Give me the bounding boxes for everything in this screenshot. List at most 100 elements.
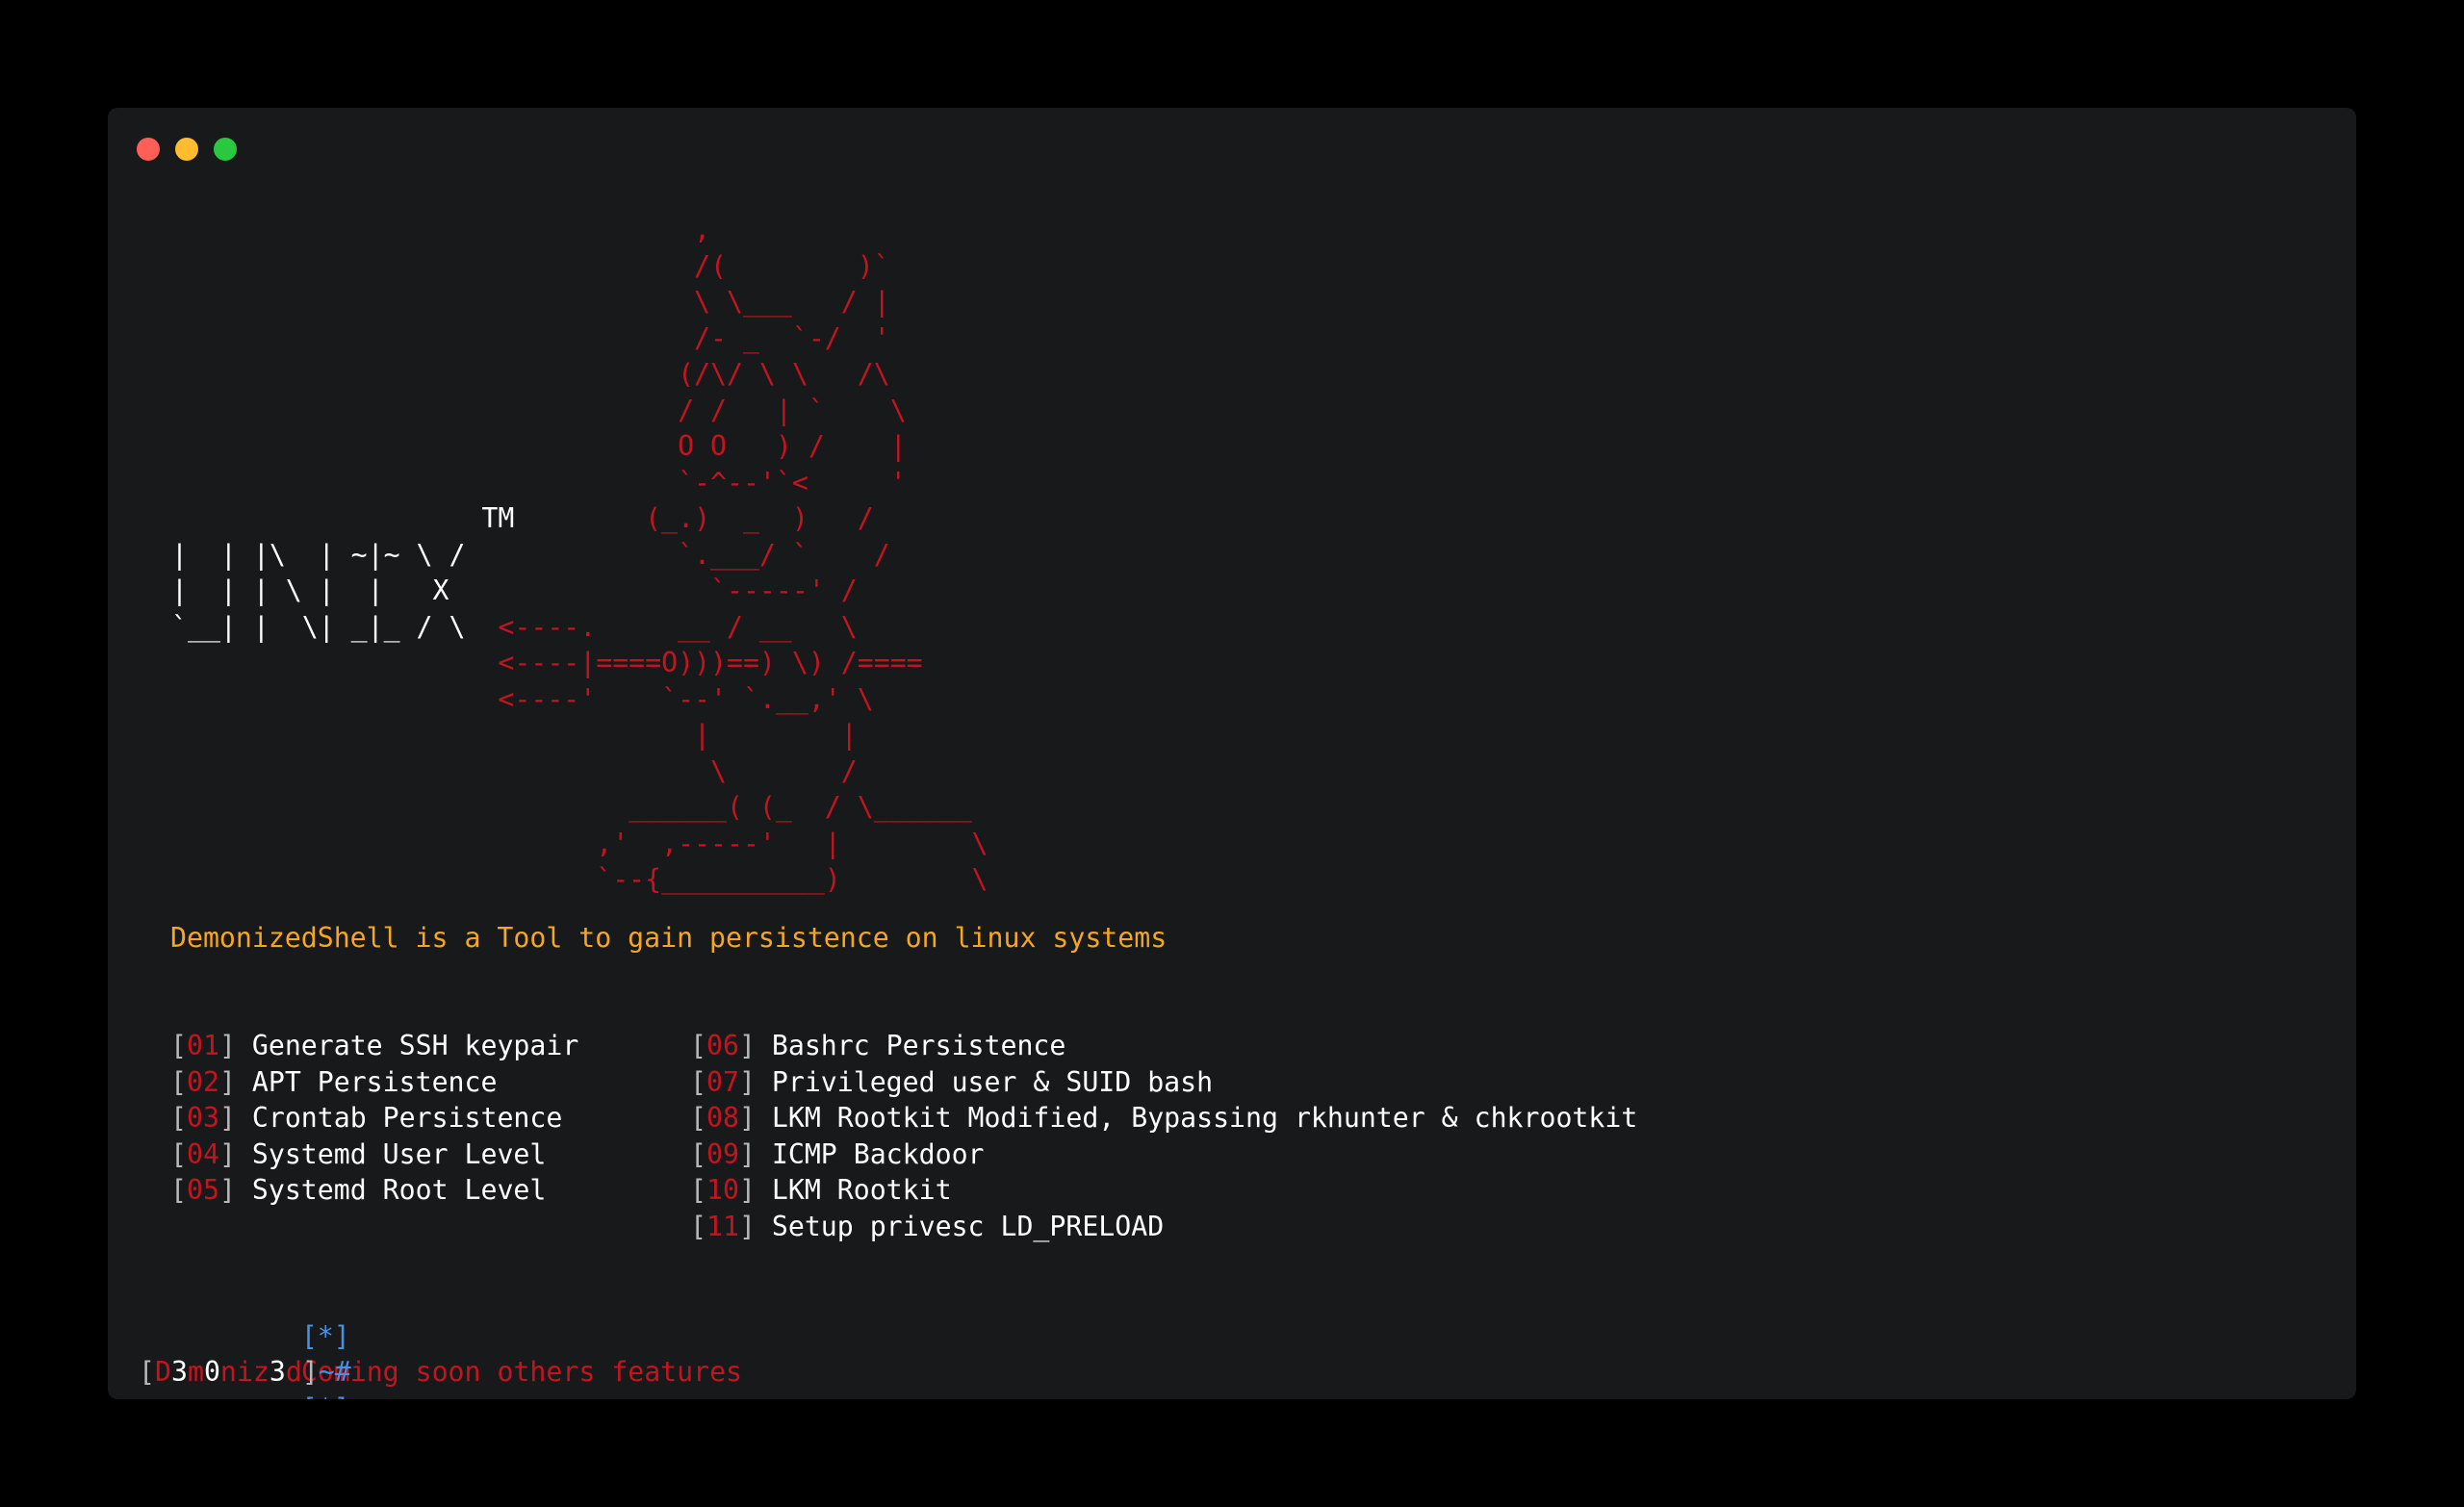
menu-item-08[interactable]: [08] LKM Rootkit Modified, Bypassing rkh… xyxy=(690,1100,1637,1137)
menu-item-01[interactable]: [01] Generate SSH keypair xyxy=(170,1028,578,1064)
banner-line: \ / xyxy=(171,754,988,790)
menu-item-label: Systemd Root Level xyxy=(251,1174,547,1206)
notice-text: Coming soon others features xyxy=(300,1356,743,1388)
menu-item-label: LKM Rootkit Modified, Bypassing rkhunter… xyxy=(771,1102,1638,1134)
menu-item-04[interactable]: [04] Systemd User Level xyxy=(170,1137,578,1173)
banner-line: `__| | \| _|_ / \ <----. __ / __ \ xyxy=(171,609,988,646)
menu-item-label: Systemd User Level xyxy=(251,1137,547,1170)
menu-item-number: 05 xyxy=(186,1174,219,1206)
shell-prompt[interactable]: [D3m0niz3d]~# xyxy=(139,1354,351,1391)
bracket: [ xyxy=(170,1137,187,1170)
banner-line: \ \___ / | xyxy=(171,284,988,320)
banner-line: ______( (_ / \______ xyxy=(171,789,988,826)
banner-demon-art: ,' ,-----' | \ xyxy=(171,827,988,859)
banner-line: | | xyxy=(171,717,988,754)
menu-item-number: 06 xyxy=(706,1030,739,1061)
banner-logo-text: | | |\ | ~|~ \ / xyxy=(171,538,466,571)
banner-logo-text: | | | \ | | X xyxy=(171,575,449,606)
banner-demon-art: `-----' / xyxy=(449,575,858,606)
banner-demon-art: / / | ` \ xyxy=(171,394,907,426)
bracket: ] xyxy=(218,1137,252,1170)
menu-item-number: 04 xyxy=(186,1137,219,1170)
menu-item-02[interactable]: [02] APT Persistence xyxy=(170,1064,578,1101)
bracket: [ xyxy=(690,1137,706,1170)
banner-line: ,' ,-----' | \ xyxy=(171,826,988,862)
minimize-icon[interactable] xyxy=(175,138,198,161)
banner-line: TM (_.) _ ) / xyxy=(171,500,988,537)
menu-item-number: 02 xyxy=(186,1065,219,1098)
menu-item-label: Setup privesc LD_PRELOAD xyxy=(771,1210,1165,1242)
menu-item-number: 08 xyxy=(706,1102,739,1134)
close-icon[interactable] xyxy=(137,138,160,161)
menu-item-label: Privileged user & SUID bash xyxy=(771,1065,1214,1098)
menu-item-label: Bashrc Persistence xyxy=(771,1030,1066,1061)
bracket: ] xyxy=(218,1174,252,1206)
banner-demon-art: ______( (_ / \______ xyxy=(171,791,972,823)
banner-logo-text: `__| | \| _|_ / \ xyxy=(171,610,466,643)
banner-demon-art: /( )` xyxy=(171,249,890,282)
bracket: [ xyxy=(690,1102,706,1134)
banner-demon-art: (_.) _ ) / xyxy=(514,502,874,534)
menu-item-label: Crontab Persistence xyxy=(251,1102,563,1134)
banner-demon-art: \ / xyxy=(171,754,858,787)
banner-line: | | | \ | | X `-----' / xyxy=(171,573,988,609)
bracket: [ xyxy=(170,1065,187,1098)
prompt-hostname-part: 3 xyxy=(170,1356,188,1388)
menu-column-2: [06] Bashrc Persistence [07] Privileged u… xyxy=(690,1028,1637,1244)
banner-line: `--{__________) \ xyxy=(171,861,988,898)
banner-demon-art: `.___/ ` / xyxy=(465,538,890,571)
maximize-icon[interactable] xyxy=(214,138,237,161)
bracket: ] xyxy=(738,1174,772,1206)
bracket: [ xyxy=(170,1030,187,1061)
bracket: ] xyxy=(738,1102,772,1134)
prompt-symbol: ~# xyxy=(318,1356,351,1388)
prompt-hostname-part: 0 xyxy=(203,1356,220,1388)
banner-demon-art: O O ) / | xyxy=(171,430,907,462)
banner-demon-art: \ \___ / | xyxy=(171,286,890,318)
prompt-hostname-part: niz xyxy=(219,1356,270,1388)
banner-demon-art: | | xyxy=(171,719,858,751)
bracket: [ xyxy=(690,1030,706,1061)
banner-demon-art: `--{__________) \ xyxy=(171,863,988,895)
banner-demon-art: /- _ `-/ ' xyxy=(171,321,890,354)
banner-line: | | |\ | ~|~ \ / `.___/ ` / xyxy=(171,537,988,574)
menu-item-06[interactable]: [06] Bashrc Persistence xyxy=(690,1028,1637,1064)
prompt-bracket-open: [ xyxy=(139,1356,155,1388)
banner-demon-art: <----' `--' `.__,' \ xyxy=(171,682,874,715)
menu-item-number: 09 xyxy=(706,1137,739,1170)
menu-item-label: LKM Rootkit xyxy=(771,1174,952,1206)
menu-item-number: 10 xyxy=(706,1174,739,1206)
traffic-lights xyxy=(137,138,237,161)
menu-item-05[interactable]: [05] Systemd Root Level xyxy=(170,1172,578,1209)
banner-line: O O ) / | xyxy=(171,428,988,465)
menu-item-09[interactable]: [09] ICMP Backdoor xyxy=(690,1137,1637,1173)
ascii-banner: , /( )` \ \___ / | /- _ `-/ ' (/\/ \ \ /… xyxy=(171,212,988,898)
bracket: ] xyxy=(218,1102,252,1134)
banner-line: , xyxy=(171,212,988,248)
bracket: [ xyxy=(690,1174,706,1206)
prompt-bracket-close: ] xyxy=(301,1356,319,1388)
bracket: ] xyxy=(738,1065,772,1098)
menu-item-03[interactable]: [03] Crontab Persistence xyxy=(170,1100,578,1137)
banner-demon-art: <----|====O)))==) \) /==== xyxy=(171,647,923,678)
notice-marker-right: [*] xyxy=(301,1392,350,1400)
menu-column-1: [01] Generate SSH keypair [02] APT Persis… xyxy=(170,1028,578,1209)
menu-item-label: Generate SSH keypair xyxy=(251,1030,579,1061)
menu-item-11[interactable]: [11] Setup privesc LD_PRELOAD xyxy=(690,1209,1637,1245)
bracket: ] xyxy=(738,1137,772,1170)
banner-demon-art: , xyxy=(171,214,711,245)
banner-line: /( )` xyxy=(171,248,988,285)
bracket: [ xyxy=(690,1065,706,1098)
tagline: DemonizedShell is a Tool to gain persist… xyxy=(170,922,1168,954)
bracket: ] xyxy=(218,1065,252,1098)
banner-line: /- _ `-/ ' xyxy=(171,320,988,357)
prompt-hostname-part: d xyxy=(285,1356,302,1388)
menu-item-07[interactable]: [07] Privileged user & SUID bash xyxy=(690,1064,1637,1101)
bracket: [ xyxy=(170,1174,187,1206)
menu-item-10[interactable]: [10] LKM Rootkit xyxy=(690,1172,1637,1209)
menu-item-number: 03 xyxy=(186,1102,219,1134)
bracket: [ xyxy=(690,1210,706,1242)
banner-line: (/\/ \ \ /\ xyxy=(171,356,988,393)
banner-line: / / | ` \ xyxy=(171,393,988,429)
bracket: ] xyxy=(738,1210,772,1242)
